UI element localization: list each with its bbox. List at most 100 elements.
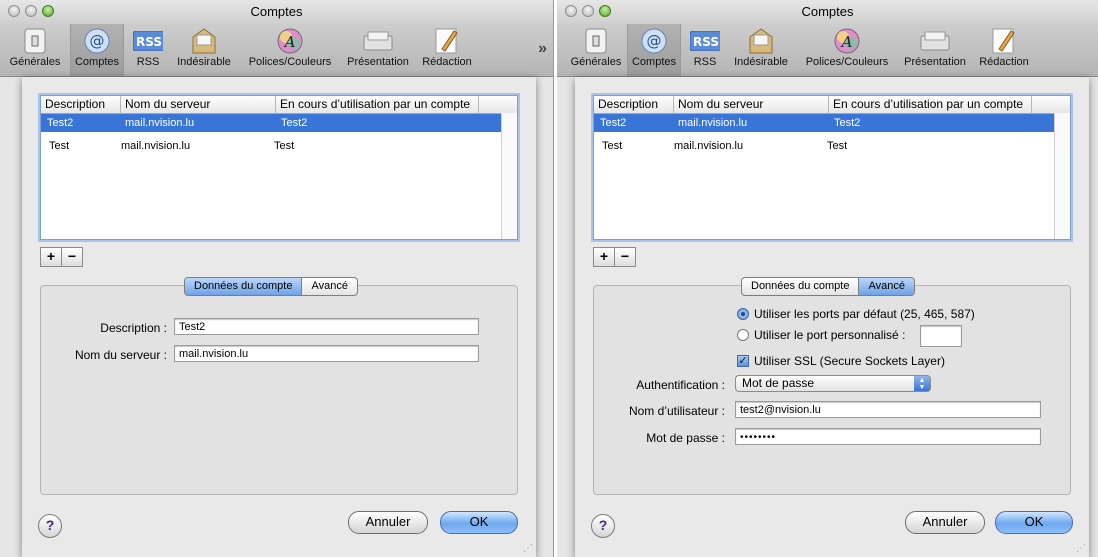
tab-account-info[interactable]: Données du compte: [185, 278, 302, 295]
add-server-button[interactable]: +: [40, 247, 62, 267]
resize-grip-icon[interactable]: ⋰: [523, 543, 533, 554]
table-row[interactable]: Test2 mail.nvision.lu Test2: [594, 114, 1055, 132]
help-button[interactable]: ?: [591, 514, 615, 538]
rss-icon: RSS: [690, 27, 720, 55]
fonts-colors-icon: A: [275, 27, 305, 55]
preferences-toolbar: Générales @ Comptes RSS RSS Indésirable …: [557, 24, 1098, 77]
add-remove-buttons: + −: [593, 247, 636, 267]
toolbar-item-fonts-colors[interactable]: A Polices/Couleurs: [797, 24, 897, 76]
cell-description: Test: [49, 140, 70, 152]
cancel-button[interactable]: Annuler: [905, 511, 985, 534]
toolbar-item-composing[interactable]: Rédaction: [973, 24, 1035, 76]
cell-server: mail.nvision.lu: [678, 117, 748, 129]
minimize-window-button[interactable]: [25, 5, 37, 17]
description-field[interactable]: Test2: [174, 318, 479, 335]
custom-port-label: Utiliser le port personnalisé :: [754, 328, 906, 342]
pencil-paper-icon: [432, 27, 462, 55]
cell-description: Test: [602, 140, 623, 152]
server-name-field[interactable]: mail.nvision.lu: [174, 345, 479, 362]
toolbar-overflow-icon[interactable]: »: [538, 40, 547, 58]
remove-server-button[interactable]: −: [615, 247, 636, 267]
table-row[interactable]: Test mail.nvision.lu Test: [41, 137, 502, 155]
column-header-server[interactable]: Nom du serveur: [674, 96, 829, 113]
authentication-select[interactable]: Mot de passe ▲ ▼: [735, 375, 931, 392]
svg-text:RSS: RSS: [693, 35, 719, 49]
toolbar-item-composing[interactable]: Rédaction: [416, 24, 478, 76]
cell-server: mail.nvision.lu: [125, 117, 195, 129]
at-sign-icon: @: [82, 27, 112, 55]
authentication-value: Mot de passe: [742, 376, 815, 390]
close-window-button[interactable]: [565, 5, 577, 17]
custom-port-radio[interactable]: Utiliser le port personnalisé :: [737, 328, 905, 342]
toolbar-item-accounts[interactable]: @ Comptes: [627, 24, 681, 76]
title-bar: Comptes: [557, 0, 1098, 24]
add-server-button[interactable]: +: [593, 247, 615, 267]
default-ports-label: Utiliser les ports par défaut (25, 465, …: [754, 307, 975, 321]
toolbar-item-viewing[interactable]: Présentation: [342, 24, 414, 76]
toolbar-item-viewing[interactable]: Présentation: [899, 24, 971, 76]
custom-port-field[interactable]: [920, 325, 962, 347]
server-details-box: [40, 285, 518, 495]
toolbar-item-general[interactable]: Générales: [6, 24, 64, 76]
tab-advanced[interactable]: Avancé: [858, 278, 914, 295]
ok-button[interactable]: OK: [995, 511, 1073, 534]
toolbar-item-junk[interactable]: Indésirable: [729, 24, 793, 76]
window-title: Comptes: [801, 4, 854, 19]
zoom-window-button[interactable]: [42, 5, 54, 17]
minimize-window-button[interactable]: [582, 5, 594, 17]
column-header-description[interactable]: Description: [41, 96, 121, 113]
username-field[interactable]: test2@nvision.lu: [735, 401, 1041, 418]
ok-button[interactable]: OK: [440, 511, 518, 534]
table-row[interactable]: Test mail.nvision.lu Test: [594, 137, 1055, 155]
help-button[interactable]: ?: [38, 514, 62, 538]
preferences-window-advanced-tab: Comptes Générales @ Comptes RSS RSS Indé…: [557, 0, 1098, 557]
toolbar-item-accounts[interactable]: @ Comptes: [70, 24, 124, 76]
cancel-button[interactable]: Annuler: [348, 511, 428, 534]
table-scrollbar[interactable]: [1054, 113, 1070, 239]
details-tab-control: Données du compte Avancé: [184, 277, 358, 296]
resize-grip-icon[interactable]: ⋰: [1076, 543, 1086, 554]
window-controls: [8, 5, 54, 17]
authentication-label: Authentification :: [636, 378, 725, 392]
toolbar-item-junk[interactable]: Indésirable: [172, 24, 236, 76]
description-label: Description :: [100, 321, 167, 335]
toolbar-item-rss[interactable]: RSS RSS: [128, 24, 168, 76]
table-header: Description Nom du serveur En cours d’ut…: [594, 96, 1070, 114]
tab-advanced[interactable]: Avancé: [301, 278, 357, 295]
junk-mail-icon: [746, 27, 776, 55]
password-field[interactable]: ••••••••: [735, 428, 1041, 445]
viewing-icon: [363, 27, 393, 55]
column-header-in-use[interactable]: En cours d’utilisation par un compte: [276, 96, 479, 113]
preferences-window-general-tab: Comptes Générales @ Comptes RSS RSS Indé…: [0, 0, 554, 557]
toolbar-item-rss[interactable]: RSS RSS: [685, 24, 725, 76]
column-header-in-use[interactable]: En cours d’utilisation par un compte: [829, 96, 1032, 113]
column-header-description[interactable]: Description: [594, 96, 674, 113]
use-ssl-checkbox[interactable]: ✓ Utiliser SSL (Secure Sockets Layer): [737, 354, 945, 368]
svg-text:RSS: RSS: [136, 35, 162, 49]
cell-server: mail.nvision.lu: [674, 140, 744, 152]
tab-account-info[interactable]: Données du compte: [742, 278, 858, 295]
column-header-server[interactable]: Nom du serveur: [121, 96, 276, 113]
cell-in-use: Test: [274, 140, 295, 152]
remove-server-button[interactable]: −: [62, 247, 83, 267]
window-controls: [565, 5, 611, 17]
window-title: Comptes: [250, 4, 303, 19]
table-header: Description Nom du serveur En cours d’ut…: [41, 96, 517, 114]
title-bar: Comptes: [0, 0, 553, 24]
table-row[interactable]: Test2 mail.nvision.lu Test2: [41, 114, 502, 132]
close-window-button[interactable]: [8, 5, 20, 17]
cell-description: Test2: [47, 117, 74, 129]
table-scrollbar[interactable]: [501, 113, 517, 239]
svg-text:A: A: [840, 33, 853, 51]
radio-selected-icon: [737, 308, 749, 320]
zoom-window-button[interactable]: [599, 5, 611, 17]
server-list-sheet: Description Nom du serveur En cours d’ut…: [575, 77, 1089, 557]
cell-server: mail.nvision.lu: [121, 140, 191, 152]
username-label: Nom d’utilisateur :: [628, 404, 725, 418]
toolbar-item-general[interactable]: Générales: [567, 24, 625, 76]
password-label: Mot de passe :: [646, 431, 725, 445]
default-ports-radio[interactable]: Utiliser les ports par défaut (25, 465, …: [737, 307, 975, 321]
toolbar-item-fonts-colors[interactable]: A Polices/Couleurs: [240, 24, 340, 76]
smtp-server-table: Description Nom du serveur En cours d’ut…: [593, 95, 1071, 240]
at-sign-icon: @: [639, 27, 669, 55]
